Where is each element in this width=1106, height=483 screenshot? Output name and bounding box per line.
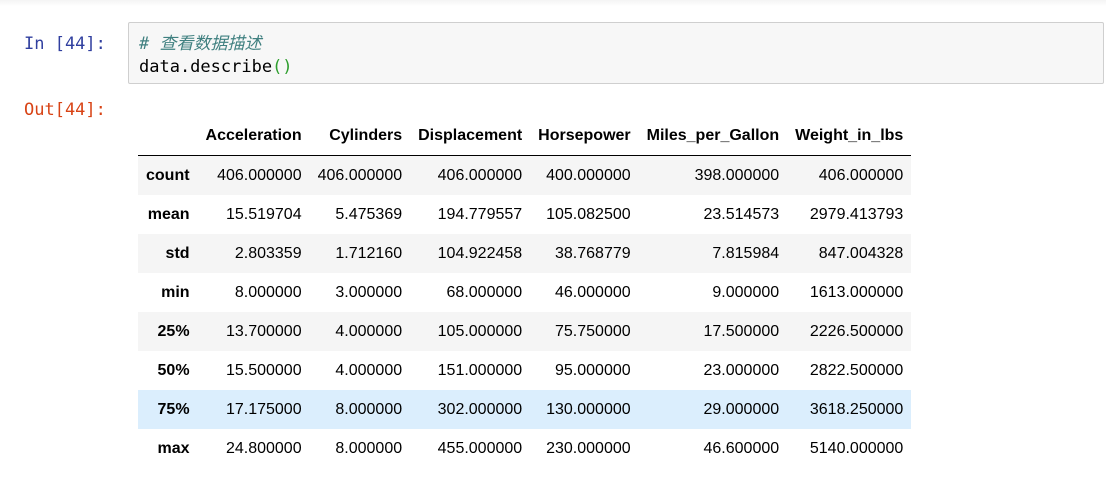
table-cell: 2979.413793 <box>809 205 904 223</box>
code-comment: # 查看数据描述 <box>139 34 262 54</box>
code-parens: () <box>272 57 293 77</box>
table-cell: 46.600000 <box>703 439 780 457</box>
table-cell: 8.000000 <box>335 400 403 418</box>
table-cell: 15.519704 <box>225 205 302 223</box>
table-cell: 24.800000 <box>225 439 302 457</box>
describe-table: Acceleration Cylinders Displacement Hors… <box>138 116 912 468</box>
table-cell: 23.000000 <box>703 361 780 379</box>
table-cell: 2822.500000 <box>809 361 904 379</box>
row-index: std <box>165 244 190 262</box>
table-cell: 8.000000 <box>234 283 302 301</box>
table-cell: 5140.000000 <box>809 439 904 457</box>
row-index: 25% <box>157 322 190 340</box>
table-cell: 3618.250000 <box>809 400 904 418</box>
table-cell: 2226.500000 <box>809 322 904 340</box>
table-cell: 23.514573 <box>703 205 780 223</box>
row-index: max <box>157 439 190 457</box>
table-cell: 130.000000 <box>546 400 631 418</box>
table-cell: 15.500000 <box>225 361 302 379</box>
column-header: Cylinders <box>309 116 411 156</box>
table-cell: 5.475369 <box>335 205 403 223</box>
table-cell: 46.000000 <box>555 283 631 301</box>
table-cell: 7.815984 <box>712 244 780 262</box>
row-index: mean <box>147 205 190 223</box>
table-cell: 455.000000 <box>437 439 523 457</box>
table-row: mean 15.519704 5.475369 194.779557 105.0… <box>138 195 911 234</box>
table-cell: 398.000000 <box>694 166 780 184</box>
table-cell: 9.000000 <box>712 283 780 301</box>
column-header: Weight_in_lbs <box>787 116 912 156</box>
input-prompt: In [44]: <box>24 34 106 54</box>
table-cell: 4.000000 <box>335 322 403 340</box>
index-header <box>138 116 198 156</box>
table-cell: 1.712160 <box>335 244 403 262</box>
table-cell: 17.175000 <box>225 400 302 418</box>
table-cell: 38.768779 <box>555 244 631 262</box>
table-cell: 406.000000 <box>217 166 302 184</box>
table-cell: 104.922458 <box>437 244 523 262</box>
table-cell: 105.082500 <box>546 205 631 223</box>
table-cell: 105.000000 <box>437 322 523 340</box>
table-row-highlighted: 75% 17.175000 8.000000 302.000000 130.00… <box>138 390 912 429</box>
row-index: 75% <box>157 400 190 418</box>
table-cell: 17.500000 <box>703 322 780 340</box>
table-cell: 194.779557 <box>437 205 523 223</box>
output-prompt: Out[44]: <box>24 100 106 120</box>
table-cell: 302.000000 <box>437 400 523 418</box>
table-cell: 406.000000 <box>317 166 403 184</box>
table-cell: 4.000000 <box>335 361 403 379</box>
notebook-page: In [44]: # 查看数据描述 data.describe() Out[44… <box>0 0 1106 483</box>
row-index: count <box>146 166 190 184</box>
table-cell: 406.000000 <box>437 166 523 184</box>
column-header: Displacement <box>410 116 531 156</box>
table-cell: 13.700000 <box>225 322 302 340</box>
table-cell: 1613.000000 <box>809 283 904 301</box>
code-input-area[interactable]: # 查看数据描述 data.describe() <box>128 22 1104 84</box>
column-header: Acceleration <box>197 116 310 156</box>
table-cell: 95.000000 <box>555 361 631 379</box>
table-row: 50% 15.500000 4.000000 151.000000 95.000… <box>138 351 911 390</box>
table-cell: 406.000000 <box>818 166 904 184</box>
table-header-row: Acceleration Cylinders Displacement Hors… <box>138 116 912 156</box>
table-row: min 8.000000 3.000000 68.000000 46.00000… <box>138 273 911 312</box>
table-cell: 151.000000 <box>437 361 523 379</box>
table-row: std 2.803359 1.712160 104.922458 38.7687… <box>138 234 912 273</box>
table-cell: 400.000000 <box>546 166 631 184</box>
table-cell: 75.750000 <box>555 322 631 340</box>
table-cell: 2.803359 <box>234 244 302 262</box>
table-row: count 406.000000 406.000000 406.000000 4… <box>138 155 912 195</box>
column-header: Miles_per_Gallon <box>638 116 788 156</box>
table-cell: 8.000000 <box>335 439 403 457</box>
table-cell: 3.000000 <box>335 283 403 301</box>
row-index: min <box>161 283 190 301</box>
table-row: max 24.800000 8.000000 455.000000 230.00… <box>138 429 911 468</box>
table-cell: 29.000000 <box>703 400 780 418</box>
row-index: 50% <box>157 361 190 379</box>
table-cell: 230.000000 <box>546 439 631 457</box>
table-row: 25% 13.700000 4.000000 105.000000 75.750… <box>138 312 912 351</box>
top-shade <box>0 0 1106 6</box>
column-header: Horsepower <box>530 116 639 156</box>
code-call: data.describe <box>139 57 273 77</box>
table-cell: 68.000000 <box>446 283 523 301</box>
table-cell: 847.004328 <box>818 244 904 262</box>
code-editor[interactable]: # 查看数据描述 data.describe() <box>139 33 293 79</box>
